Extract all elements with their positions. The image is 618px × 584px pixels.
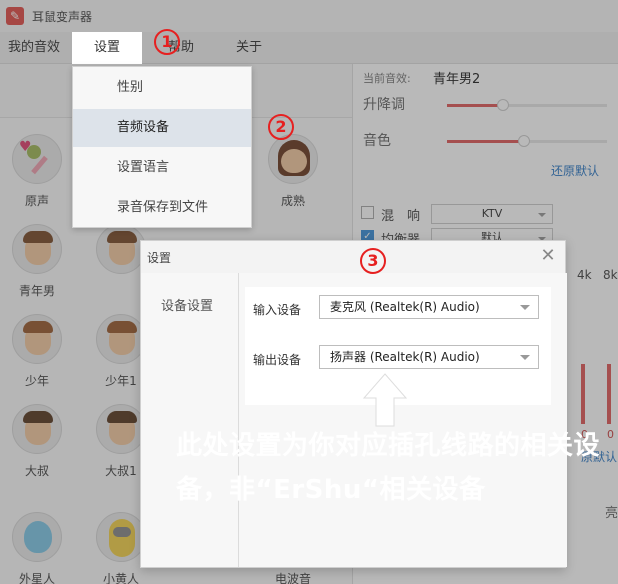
chevron-down-icon <box>520 305 530 310</box>
instruction-callout: 此处设置为你对应插孔线路的相关设备，非“ErShu“相关设备 <box>176 431 601 505</box>
input-device-value: 麦克风 (Realtek(R) Audio) <box>330 300 480 314</box>
menu-settings[interactable]: 设置 <box>72 32 142 64</box>
menu-item-save-recording[interactable]: 录音保存到文件 <box>73 189 251 227</box>
settings-dialog: 设置 ✕ 设备设置 输入设备 麦克风 (Realtek(R) Audio) 输出… <box>140 240 567 568</box>
chevron-down-icon <box>520 355 530 360</box>
dialog-title: 设置 <box>147 251 172 265</box>
menu-item-audio-device[interactable]: 音频设备 <box>73 109 251 147</box>
input-device-label: 输入设备 <box>253 303 302 317</box>
settings-dropdown-menu: 性别 音频设备 设置语言 录音保存到文件 <box>72 66 252 228</box>
menu-item-gender[interactable]: 性别 <box>73 69 251 107</box>
dialog-body: 设备设置 输入设备 麦克风 (Realtek(R) Audio) 输出设备 扬声… <box>141 273 567 567</box>
input-device-select[interactable]: 麦克风 (Realtek(R) Audio) <box>319 295 539 319</box>
step-badge-1: 1 <box>154 29 180 55</box>
output-device-label: 输出设备 <box>253 353 302 367</box>
close-icon[interactable]: ✕ <box>539 245 557 266</box>
step-badge-2: 2 <box>268 114 294 140</box>
menu-item-language[interactable]: 设置语言 <box>73 149 251 187</box>
up-arrow-icon <box>362 373 408 427</box>
output-device-select[interactable]: 扬声器 (Realtek(R) Audio) <box>319 345 539 369</box>
step-badge-3: 3 <box>360 248 386 274</box>
dialog-side-nav: 设备设置 <box>141 273 239 567</box>
output-device-value: 扬声器 (Realtek(R) Audio) <box>330 350 480 364</box>
device-settings-nav-item[interactable]: 设备设置 <box>161 295 213 314</box>
